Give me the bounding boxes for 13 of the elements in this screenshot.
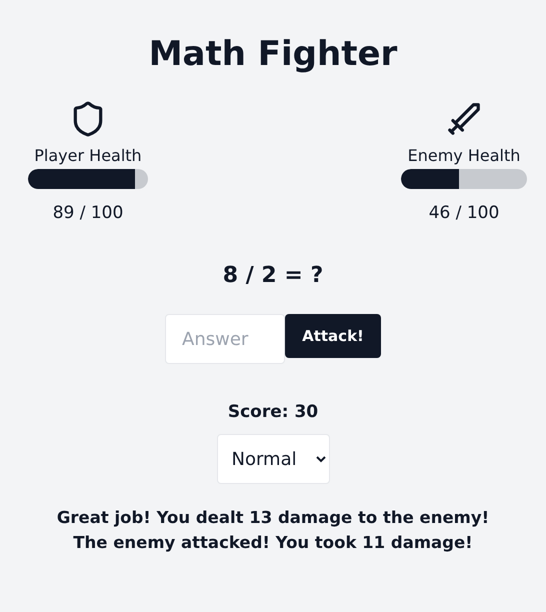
attack-button[interactable]: Attack! bbox=[285, 314, 381, 358]
health-label: Enemy Health bbox=[408, 146, 520, 165]
health-reading: 89 / 100 bbox=[52, 203, 124, 223]
sword-icon bbox=[445, 100, 483, 138]
difficulty-select[interactable]: Normal bbox=[216, 434, 330, 484]
message-text: The enemy attacked! You took 11 damage! bbox=[73, 533, 473, 552]
health-reading: 46 / 100 bbox=[428, 203, 500, 223]
math-question: 8 / 2 = ? bbox=[222, 263, 324, 288]
message-text: Great job! You dealt 13 damage to the enemy! bbox=[56, 508, 490, 527]
game-title: Math Fighter bbox=[148, 33, 398, 76]
health-label: Player Health bbox=[34, 146, 142, 165]
answer-field[interactable]: Answer bbox=[165, 314, 285, 364]
score-text: Score: 30 bbox=[228, 402, 318, 422]
